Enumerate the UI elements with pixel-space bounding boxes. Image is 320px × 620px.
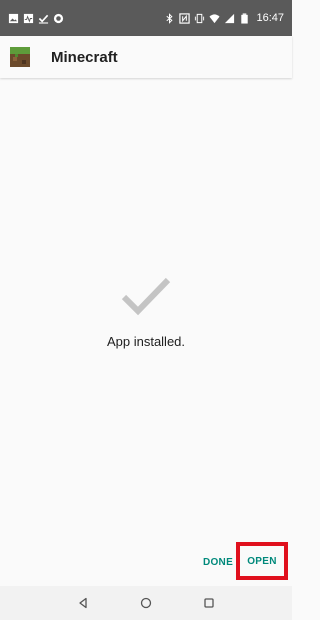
- nfc-icon: [179, 12, 191, 24]
- image-icon: [8, 13, 19, 24]
- clock: 16:47: [256, 12, 284, 24]
- status-system-icons: 16:47: [164, 12, 284, 24]
- check-notification-icon: [38, 13, 49, 24]
- done-button[interactable]: DONE: [198, 552, 238, 572]
- back-icon[interactable]: [76, 596, 90, 610]
- install-status-message: App installed.: [106, 334, 186, 349]
- vibrate-icon: [194, 13, 205, 24]
- circle-notification-icon: [53, 13, 64, 24]
- minecraft-app-icon: [10, 47, 30, 67]
- signal-icon: [224, 13, 235, 24]
- battery-icon: [239, 12, 250, 24]
- pulse-icon: [23, 13, 34, 24]
- navigation-bar: [0, 586, 292, 620]
- recents-icon[interactable]: [202, 596, 216, 610]
- wifi-icon: [209, 13, 221, 24]
- status-notifications: [8, 13, 64, 24]
- app-bar: Minecraft: [0, 36, 292, 78]
- status-bar: 16:47: [0, 0, 292, 36]
- checkmark-icon: [121, 276, 171, 316]
- app-title: Minecraft: [51, 48, 118, 66]
- open-button[interactable]: OPEN: [240, 546, 284, 576]
- home-icon[interactable]: [139, 596, 153, 610]
- bluetooth-icon: [164, 12, 175, 24]
